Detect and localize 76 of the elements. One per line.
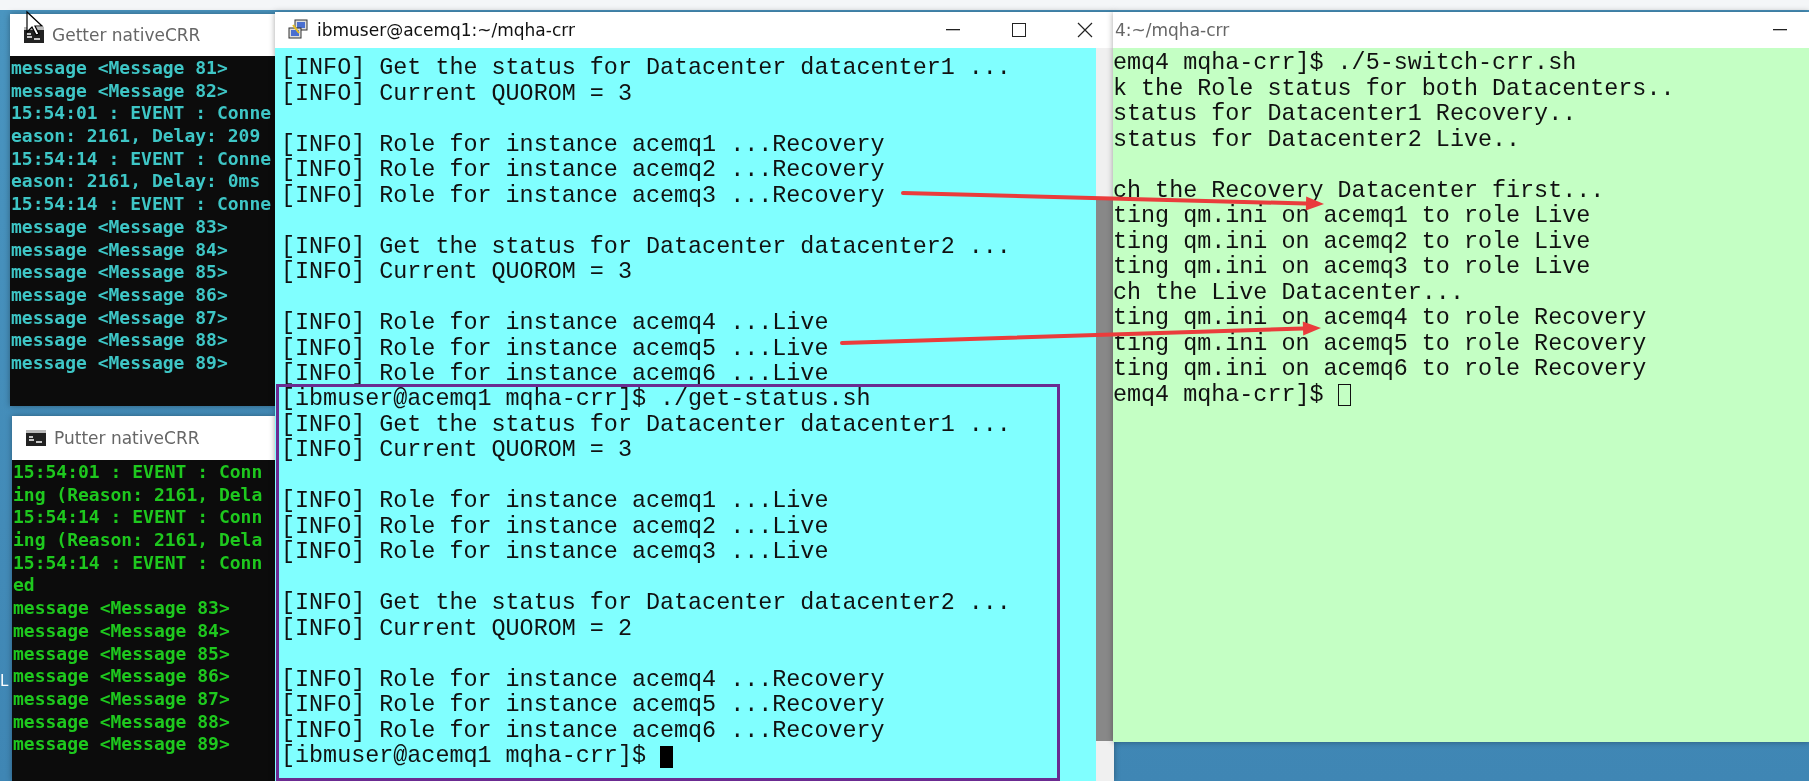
console-line: eason: 2161, Delay: 0ms [11, 170, 261, 192]
text-cursor [1337, 384, 1351, 407]
console-line: message <Message 84> [13, 619, 230, 641]
terminal-line: [INFO] Current QUOROM = 2 [281, 616, 632, 642]
terminal-line: [INFO] Role for instance acemq4 ...Live [281, 311, 829, 337]
console-line: ed [13, 574, 35, 596]
console-line: 15:54:14 : EVENT : Conn [13, 551, 263, 573]
terminal-line: emq4 mqha-crr]$ ./5-switch-crr.sh [1113, 51, 1577, 77]
console-line: message <Message 85> [11, 261, 228, 283]
console-icon [26, 430, 46, 446]
window-title: 4:~/mqha-crr [1115, 20, 1231, 40]
terminal-line: [INFO] Role for instance acemq4 ...Recovery [281, 667, 885, 693]
text-cursor [659, 745, 673, 768]
terminal-line: [INFO] Get the status for Datacenter datacenter2 ... [281, 591, 1011, 617]
console-line: message <Message 86> [13, 665, 230, 687]
terminal-line: ch the Live Datacenter... [1113, 280, 1464, 306]
minimize-icon [946, 29, 960, 31]
terminal-line: ting qm.ini on acemq2 to role Live [1113, 229, 1591, 255]
console-line: message <Message 82> [11, 79, 228, 101]
terminal-line: [INFO] Current QUOROM = 3 [281, 438, 632, 464]
terminal-line: ting qm.ini on acemq4 to role Recovery [1113, 306, 1647, 332]
console-line: 15:54:14 : EVENT : Conne [11, 193, 272, 215]
terminal-line: [INFO] Role for instance acemq3 ...Recovery [281, 183, 885, 209]
terminal-line: [ibmuser@acemq1 mqha-crr]$ [281, 744, 646, 770]
maximize-icon [1012, 23, 1026, 37]
terminal-line: [INFO] Role for instance acemq5 ...Live [281, 336, 829, 362]
console-line: ing (Reason: 2161, Dela [13, 529, 263, 551]
terminal-line: ting qm.ini on acemq6 to role Recovery [1113, 357, 1647, 383]
console-line: message <Message 89> [11, 351, 228, 373]
console-line: message <Message 88> [13, 710, 230, 732]
terminal-line: ch the Recovery Datacenter first... [1113, 178, 1605, 204]
console-line: message <Message 85> [13, 642, 230, 664]
terminal-line: [INFO] Role for instance acemq1 ...Recovery [281, 132, 885, 158]
console-line: message <Message 83> [13, 597, 230, 619]
window-title: ibmuser@acemq1:~/mqha-crr [317, 20, 576, 40]
console-line: ing (Reason: 2161, Dela [13, 483, 263, 505]
console-line: message <Message 89> [13, 733, 230, 755]
console-line: 15:54:14 : EVENT : Conne [11, 147, 272, 169]
terminal-line: ting qm.ini on acemq3 to role Live [1113, 255, 1591, 281]
console-line: message <Message 86> [11, 283, 228, 305]
terminal-line: [INFO] Role for instance acemq6 ...Recovery [281, 718, 885, 744]
console-line: message <Message 83> [11, 215, 228, 237]
console-line: message <Message 87> [11, 306, 228, 328]
console-line: message <Message 88> [11, 329, 228, 351]
console-line: 15:54:01 : EVENT : Conne [11, 102, 272, 124]
terminal-line: [INFO] Role for instance acemq1 ...Live [281, 489, 829, 515]
terminal-line: [INFO] Current QUOROM = 3 [281, 260, 632, 286]
terminal-line: [INFO] Get the status for Datacenter datacenter1 ... [281, 412, 1011, 438]
window-title: Putter nativeCRR [54, 428, 201, 448]
terminal-line: [INFO] Role for instance acemq2 ...Live [281, 514, 829, 540]
computers-icon [287, 19, 309, 41]
console-line: 15:54:14 : EVENT : Conn [13, 506, 263, 528]
console-line: 15:54:01 : EVENT : Conn [13, 461, 263, 482]
terminal-line: [INFO] Get the status for Datacenter datacenter1 ... [281, 56, 1011, 82]
minimize-icon [1773, 29, 1787, 31]
terminal-line: ting qm.ini on acemq5 to role Recovery [1113, 331, 1647, 357]
terminal-line: [INFO] Role for instance acemq5 ...Recovery [281, 693, 885, 719]
terminal-line: [INFO] Role for instance acemq3 ...Live [281, 540, 829, 566]
terminal-line: status for Datacenter2 Live.. [1113, 127, 1521, 153]
window-title: Getter nativeCRR [52, 25, 202, 45]
terminal-line: k the Role status for both Datacenters.. [1113, 76, 1675, 102]
terminal-line: [INFO] Role for instance acemq6 ...Live [281, 362, 829, 387]
terminal-line: [INFO] Role for instance acemq2 ...Recovery [281, 158, 885, 184]
terminal-line: status for Datacenter1 Recovery.. [1113, 102, 1577, 128]
terminal-line: [ibmuser@acemq1 mqha-crr]$ ./get-status.sh [281, 387, 871, 413]
terminal-line: emq4 mqha-crr]$ [1113, 382, 1324, 408]
console-line: message <Message 84> [11, 238, 228, 260]
scrollbar[interactable] [1096, 48, 1114, 781]
terminal-line: [INFO] Get the status for Datacenter datacenter2 ... [281, 234, 1011, 260]
close-icon [1077, 22, 1093, 38]
console-line: eason: 2161, Delay: 209 [11, 125, 261, 147]
terminal-line: ting qm.ini on acemq1 to role Live [1113, 204, 1591, 230]
console-line: message <Message 87> [13, 687, 230, 709]
console-line: message <Message 81> [11, 57, 228, 78]
terminal-line: [INFO] Current QUOROM = 3 [281, 81, 632, 107]
desktop-icon-label: L [0, 672, 9, 690]
